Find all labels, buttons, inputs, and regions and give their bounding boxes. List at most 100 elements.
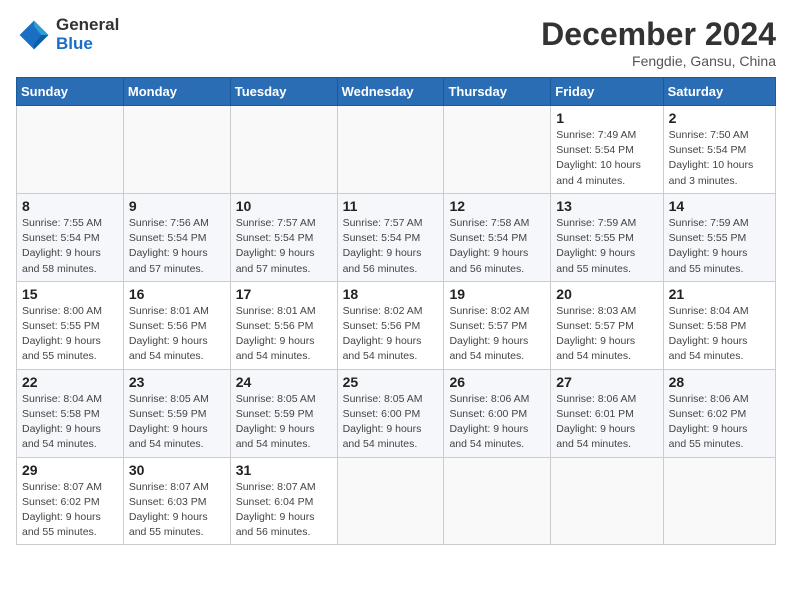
day-number: 25 [343,374,439,390]
day-cell-13: 13 Sunrise: 7:59 AMSunset: 5:55 PMDayligh… [551,193,663,281]
empty-cell [551,457,663,545]
title-area: December 2024 Fengdie, Gansu, China [541,16,776,69]
empty-cell [123,106,230,194]
day-info: Sunrise: 7:55 AMSunset: 5:54 PMDaylight:… [22,216,118,277]
day-number: 20 [556,286,657,302]
day-info: Sunrise: 8:00 AMSunset: 5:55 PMDaylight:… [22,304,118,365]
empty-cell [444,106,551,194]
day-info: Sunrise: 8:01 AMSunset: 5:56 PMDaylight:… [236,304,332,365]
day-number: 27 [556,374,657,390]
week-row-0: 1 Sunrise: 7:49 AMSunset: 5:54 PMDaylight… [17,106,776,194]
day-cell-11: 11 Sunrise: 7:57 AMSunset: 5:54 PMDayligh… [337,193,444,281]
empty-cell [17,106,124,194]
day-cell-21: 21 Sunrise: 8:04 AMSunset: 5:58 PMDayligh… [663,281,775,369]
day-cell-18: 18 Sunrise: 8:02 AMSunset: 5:56 PMDayligh… [337,281,444,369]
calendar-table: SundayMondayTuesdayWednesdayThursdayFrid… [16,77,776,545]
day-cell-10: 10 Sunrise: 7:57 AMSunset: 5:54 PMDayligh… [230,193,337,281]
day-cell-17: 17 Sunrise: 8:01 AMSunset: 5:56 PMDayligh… [230,281,337,369]
day-number: 22 [22,374,118,390]
day-cell-8: 8 Sunrise: 7:55 AMSunset: 5:54 PMDaylight… [17,193,124,281]
day-cell-2: 2 Sunrise: 7:50 AMSunset: 5:54 PMDaylight… [663,106,775,194]
day-info: Sunrise: 8:05 AMSunset: 6:00 PMDaylight:… [343,392,439,453]
day-info: Sunrise: 7:59 AMSunset: 5:55 PMDaylight:… [669,216,770,277]
day-number: 2 [669,110,770,126]
calendar-header-row: SundayMondayTuesdayWednesdayThursdayFrid… [17,78,776,106]
day-info: Sunrise: 8:05 AMSunset: 5:59 PMDaylight:… [129,392,225,453]
day-info: Sunrise: 8:04 AMSunset: 5:58 PMDaylight:… [22,392,118,453]
week-row-2: 15 Sunrise: 8:00 AMSunset: 5:55 PMDayligh… [17,281,776,369]
day-info: Sunrise: 7:58 AMSunset: 5:54 PMDaylight:… [449,216,545,277]
empty-cell [337,457,444,545]
day-number: 14 [669,198,770,214]
day-cell-27: 27 Sunrise: 8:06 AMSunset: 6:01 PMDayligh… [551,369,663,457]
day-info: Sunrise: 7:50 AMSunset: 5:54 PMDaylight:… [669,128,770,189]
day-cell-15: 15 Sunrise: 8:00 AMSunset: 5:55 PMDayligh… [17,281,124,369]
week-row-1: 8 Sunrise: 7:55 AMSunset: 5:54 PMDaylight… [17,193,776,281]
day-number: 26 [449,374,545,390]
day-info: Sunrise: 8:06 AMSunset: 6:02 PMDaylight:… [669,392,770,453]
day-number: 28 [669,374,770,390]
empty-cell [337,106,444,194]
day-cell-23: 23 Sunrise: 8:05 AMSunset: 5:59 PMDayligh… [123,369,230,457]
header-friday: Friday [551,78,663,106]
day-info: Sunrise: 8:02 AMSunset: 5:56 PMDaylight:… [343,304,439,365]
day-cell-1: 1 Sunrise: 7:49 AMSunset: 5:54 PMDaylight… [551,106,663,194]
day-number: 15 [22,286,118,302]
day-cell-9: 9 Sunrise: 7:56 AMSunset: 5:54 PMDaylight… [123,193,230,281]
day-number: 1 [556,110,657,126]
day-cell-20: 20 Sunrise: 8:03 AMSunset: 5:57 PMDayligh… [551,281,663,369]
day-cell-26: 26 Sunrise: 8:06 AMSunset: 6:00 PMDayligh… [444,369,551,457]
day-number: 30 [129,462,225,478]
day-cell-25: 25 Sunrise: 8:05 AMSunset: 6:00 PMDayligh… [337,369,444,457]
day-number: 8 [22,198,118,214]
header-tuesday: Tuesday [230,78,337,106]
day-info: Sunrise: 8:07 AMSunset: 6:03 PMDaylight:… [129,480,225,541]
day-number: 29 [22,462,118,478]
day-number: 13 [556,198,657,214]
day-info: Sunrise: 8:03 AMSunset: 5:57 PMDaylight:… [556,304,657,365]
day-cell-19: 19 Sunrise: 8:02 AMSunset: 5:57 PMDayligh… [444,281,551,369]
day-number: 24 [236,374,332,390]
empty-cell [444,457,551,545]
header-thursday: Thursday [444,78,551,106]
day-info: Sunrise: 8:07 AMSunset: 6:04 PMDaylight:… [236,480,332,541]
week-row-4: 29 Sunrise: 8:07 AMSunset: 6:02 PMDayligh… [17,457,776,545]
empty-cell [230,106,337,194]
day-info: Sunrise: 8:04 AMSunset: 5:58 PMDaylight:… [669,304,770,365]
day-cell-24: 24Sunrise: 8:05 AMSunset: 5:59 PMDayligh… [230,369,337,457]
day-number: 10 [236,198,332,214]
header: General Blue December 2024 Fengdie, Gans… [16,16,776,69]
day-info: Sunrise: 7:57 AMSunset: 5:54 PMDaylight:… [236,216,332,277]
day-number: 21 [669,286,770,302]
day-info: Sunrise: 8:06 AMSunset: 6:00 PMDaylight:… [449,392,545,453]
day-info: Sunrise: 8:02 AMSunset: 5:57 PMDaylight:… [449,304,545,365]
empty-cell [663,457,775,545]
day-number: 11 [343,198,439,214]
day-number: 17 [236,286,332,302]
header-saturday: Saturday [663,78,775,106]
day-cell-12: 12 Sunrise: 7:58 AMSunset: 5:54 PMDayligh… [444,193,551,281]
day-info: Sunrise: 7:59 AMSunset: 5:55 PMDaylight:… [556,216,657,277]
header-wednesday: Wednesday [337,78,444,106]
day-info: Sunrise: 8:01 AMSunset: 5:56 PMDaylight:… [129,304,225,365]
day-number: 18 [343,286,439,302]
day-number: 23 [129,374,225,390]
day-info: Sunrise: 7:57 AMSunset: 5:54 PMDaylight:… [343,216,439,277]
day-cell-16: 16Sunrise: 8:01 AMSunset: 5:56 PMDayligh… [123,281,230,369]
day-number: 9 [129,198,225,214]
header-monday: Monday [123,78,230,106]
calendar-body: 1 Sunrise: 7:49 AMSunset: 5:54 PMDaylight… [17,106,776,545]
day-cell-14: 14 Sunrise: 7:59 AMSunset: 5:55 PMDayligh… [663,193,775,281]
day-info: Sunrise: 8:06 AMSunset: 6:01 PMDaylight:… [556,392,657,453]
calendar-subtitle: Fengdie, Gansu, China [541,53,776,69]
day-number: 19 [449,286,545,302]
calendar-title: December 2024 [541,16,776,53]
day-number: 12 [449,198,545,214]
day-info: Sunrise: 7:49 AMSunset: 5:54 PMDaylight:… [556,128,657,189]
day-cell-28: 28 Sunrise: 8:06 AMSunset: 6:02 PMDayligh… [663,369,775,457]
day-info: Sunrise: 7:56 AMSunset: 5:54 PMDaylight:… [129,216,225,277]
day-cell-29: 29 Sunrise: 8:07 AMSunset: 6:02 PMDayligh… [17,457,124,545]
day-info: Sunrise: 8:07 AMSunset: 6:02 PMDaylight:… [22,480,118,541]
day-cell-22: 22 Sunrise: 8:04 AMSunset: 5:58 PMDayligh… [17,369,124,457]
logo-icon [16,17,52,53]
